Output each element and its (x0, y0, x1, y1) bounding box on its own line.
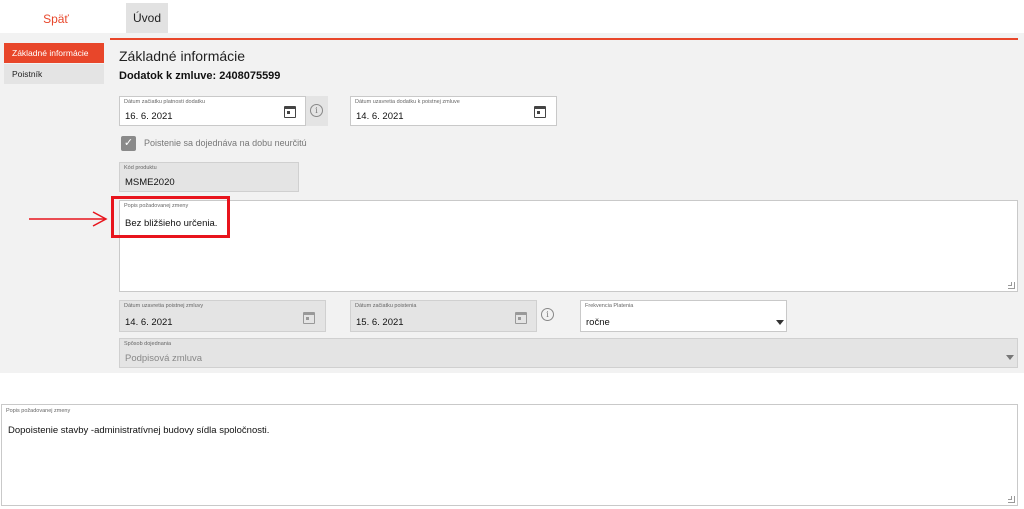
sidebar-item-zakladne-informacie[interactable]: Základné informácie (4, 43, 104, 63)
back-button[interactable]: Späť (26, 8, 86, 30)
info-icon[interactable]: i (310, 104, 323, 117)
info-button-container: i (306, 96, 328, 126)
field-label: Frekvencia Platenia (585, 303, 634, 309)
field-label: Dátum uzavretia poistnej zmluvy (124, 303, 204, 309)
insurance-start-field: Dátum začiatku poistenia 15. 6. 2021 (350, 300, 537, 332)
highlight-box (111, 196, 230, 238)
bottom-change-description-textarea[interactable]: Popis požadovanej zmeny Dopoistenie stav… (1, 404, 1018, 506)
sidebar-item-poistnik[interactable]: Poistník (4, 64, 104, 84)
field-label: Dátum začiatku poistenia (355, 303, 417, 309)
field-label: Dátum uzavretia dodatku k poistnej zmluv… (355, 99, 460, 105)
field-value: Dopoistenie stavby -administratívnej bud… (8, 425, 270, 436)
field-label: Spôsob dojednania (124, 341, 172, 347)
field-value: MSME2020 (125, 177, 175, 188)
field-value: 15. 6. 2021 (356, 317, 404, 328)
indefinite-checkbox-label: Poistenie sa dojednáva na dobu neurčitú (144, 138, 307, 148)
field-value: Podpisová zmluva (125, 353, 203, 364)
field-label: Dátum začiatku platnosti dodatku (124, 99, 206, 105)
change-description-textarea[interactable]: Popis požadovanej zmeny Bez bližšieho ur… (119, 200, 1018, 292)
info-icon[interactable]: i (541, 308, 554, 321)
contract-date-field: Dátum uzavretia poistnej zmluvy 14. 6. 2… (119, 300, 326, 332)
field-value: ročne (586, 317, 610, 328)
tab-uvod[interactable]: Úvod (126, 3, 168, 33)
chevron-down-icon[interactable] (776, 320, 784, 325)
accent-divider (110, 38, 1018, 40)
indefinite-checkbox[interactable]: ✓ (121, 136, 136, 151)
calendar-icon (515, 312, 527, 324)
chevron-down-icon (1006, 355, 1014, 360)
start-date-field[interactable]: Dátum začiatku platnosti dodatku 16. 6. … (119, 96, 306, 126)
agreement-method-select: Spôsob dojednania Podpisová zmluva (119, 338, 1018, 368)
section-title: Základné informácie (119, 48, 246, 64)
calendar-icon[interactable] (534, 106, 546, 118)
field-label: Popis požadovanej zmeny (6, 408, 71, 414)
field-value: 16. 6. 2021 (125, 111, 173, 122)
arrow-right-icon (29, 211, 108, 227)
resize-handle[interactable] (1008, 496, 1015, 503)
field-value: 14. 6. 2021 (356, 111, 404, 122)
field-value: 14. 6. 2021 (125, 317, 173, 328)
product-code-field: Kód produktu MSME2020 (119, 162, 299, 192)
contract-amendment-number: Dodatok k zmluve: 2408075599 (119, 70, 281, 82)
payment-frequency-select[interactable]: Frekvencia Platenia ročne (580, 300, 787, 332)
resize-handle[interactable] (1008, 282, 1015, 289)
field-label: Kód produktu (124, 165, 157, 171)
calendar-icon[interactable] (284, 106, 296, 118)
calendar-icon (303, 312, 315, 324)
concluded-date-field[interactable]: Dátum uzavretia dodatku k poistnej zmluv… (350, 96, 557, 126)
